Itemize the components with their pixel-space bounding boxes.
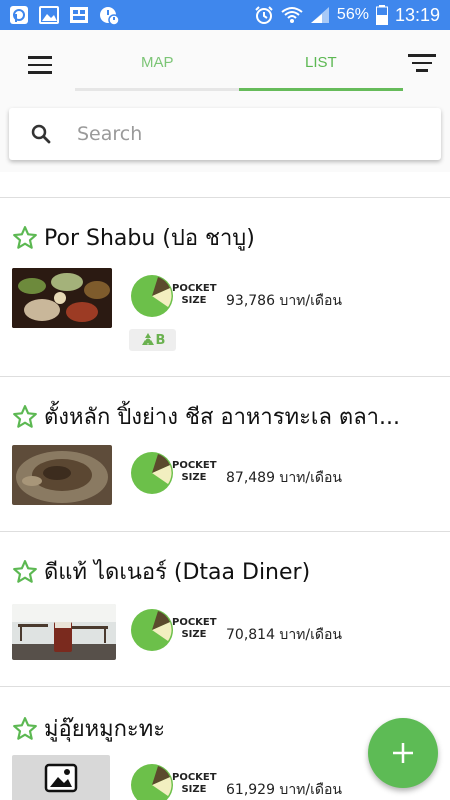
grade-badge: B	[129, 329, 176, 351]
restaurant-title: ตั้งหลัก ปิ้งย่าง ชีส อาหารทะเล ตลา...	[12, 399, 442, 434]
restaurant-card[interactable]: ตั้งหลัก ปิ้งย่าง ชีส อาหารทะเล ตลา... P…	[0, 377, 450, 532]
restaurant-name: Por Shabu (ปอ ชาบู)	[44, 226, 255, 251]
tab-indicator	[239, 88, 403, 91]
size-pie-icon	[131, 275, 173, 317]
recycle-icon	[141, 333, 154, 345]
restaurant-name: มู่อุ๊ยหมูกะทะ	[44, 717, 166, 742]
filter-icon[interactable]	[408, 54, 436, 76]
restaurant-card[interactable]: ดีแท้ ไดเนอร์ (Dtaa Diner) POCKET SIZE 70…	[0, 532, 450, 687]
size-label: POCKET SIZE	[172, 460, 217, 483]
signal-icon	[310, 7, 329, 23]
battery-level: 56%	[336, 6, 369, 23]
size-pie-icon	[131, 452, 173, 494]
list-item-partial	[0, 172, 450, 198]
size-label: POCKET SIZE	[172, 283, 217, 306]
star-icon[interactable]	[12, 716, 38, 742]
size-pie-icon	[131, 609, 173, 651]
restaurant-list[interactable]: Por Shabu (ปอ ชาบู) POCKET SIZE 93,786 บา…	[0, 172, 450, 800]
restaurant-title: Por Shabu (ปอ ชาบู)	[12, 220, 442, 255]
tab-map[interactable]: MAP	[141, 54, 174, 71]
star-icon[interactable]	[12, 404, 38, 430]
monthly-income: 93,786 บาท/เดือน	[226, 293, 342, 309]
restaurant-photo	[12, 268, 112, 328]
restaurant-name: ดีแท้ ไดเนอร์ (Dtaa Diner)	[44, 560, 311, 585]
clock: 13:19	[394, 4, 440, 25]
restaurant-photo	[12, 604, 116, 660]
top-app-bar: MAP LIST	[0, 30, 450, 92]
gallery-notification-icon	[68, 4, 90, 26]
status-bar: 56% 13:19	[0, 0, 450, 30]
plus-icon	[393, 743, 413, 763]
app-notification-icon	[8, 4, 30, 26]
alarm-icon	[255, 6, 273, 24]
wifi-icon	[281, 7, 303, 23]
restaurant-card[interactable]: Por Shabu (ปอ ชาบู) POCKET SIZE 93,786 บา…	[0, 198, 450, 377]
size-pie-icon	[131, 764, 173, 800]
search-icon	[31, 124, 51, 144]
image-notification-icon	[38, 4, 60, 26]
battery-icon	[375, 5, 388, 25]
restaurant-title: ดีแท้ ไดเนอร์ (Dtaa Diner)	[12, 554, 442, 589]
monthly-income: 61,929 บาท/เดือน	[226, 782, 342, 798]
restaurant-photo	[12, 755, 110, 800]
size-label: POCKET SIZE	[172, 617, 217, 640]
search-box	[9, 108, 441, 160]
security-notification-icon	[98, 4, 120, 26]
star-icon[interactable]	[12, 559, 38, 585]
search-container	[0, 92, 450, 172]
search-input[interactable]	[77, 118, 417, 150]
hamburger-menu-icon[interactable]	[28, 56, 52, 74]
monthly-income: 70,814 บาท/เดือน	[226, 627, 342, 643]
star-icon[interactable]	[12, 225, 38, 251]
tab-list[interactable]: LIST	[305, 54, 337, 71]
restaurant-photo	[12, 445, 112, 505]
add-button[interactable]	[368, 718, 438, 788]
monthly-income: 87,489 บาท/เดือน	[226, 470, 342, 486]
restaurant-name: ตั้งหลัก ปิ้งย่าง ชีส อาหารทะเล ตลา...	[44, 405, 401, 430]
image-placeholder-icon	[44, 763, 78, 793]
size-label: POCKET SIZE	[172, 772, 217, 795]
